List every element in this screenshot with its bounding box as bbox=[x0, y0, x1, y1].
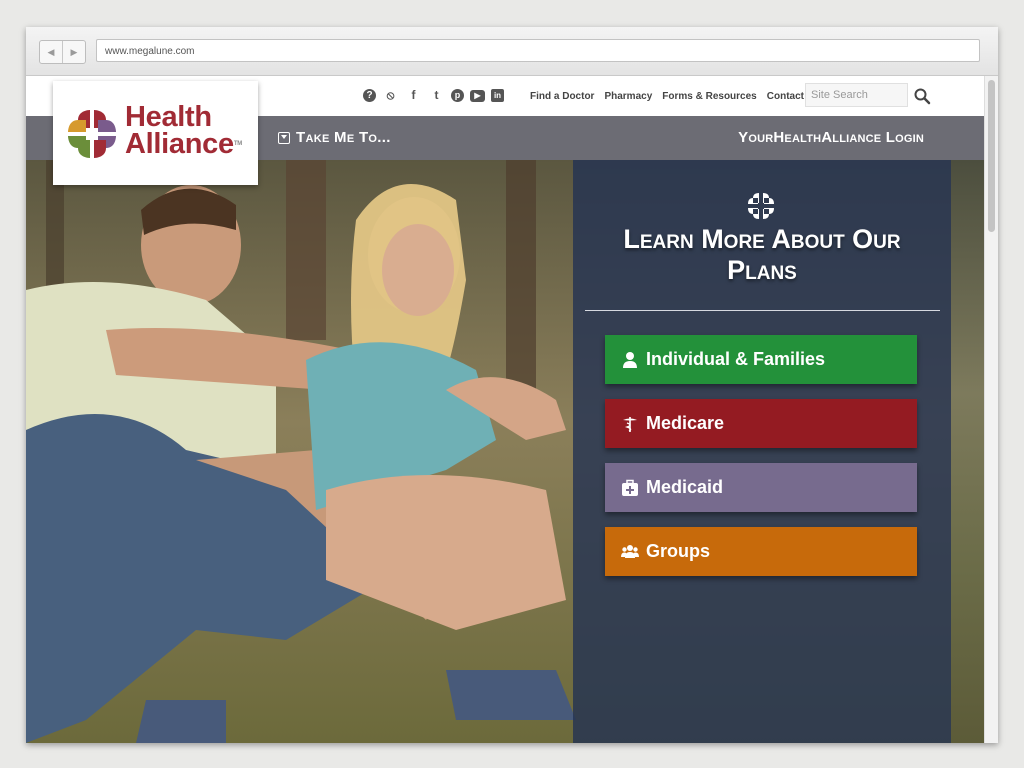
take-me-to-dropdown[interactable]: Take Me To... bbox=[278, 129, 391, 146]
address-bar[interactable]: www.megalune.com bbox=[96, 39, 980, 62]
medicare-label: Medicare bbox=[646, 413, 725, 433]
person-icon bbox=[623, 351, 637, 368]
forward-button[interactable]: ▶ bbox=[63, 41, 85, 63]
individual-families-label: Individual & Families bbox=[646, 349, 826, 369]
medical-kit-icon bbox=[622, 479, 638, 496]
dropdown-icon bbox=[278, 131, 290, 144]
panel-title-line-1: Learn More About Our bbox=[623, 224, 901, 254]
logo[interactable]: Health AllianceTM bbox=[53, 81, 258, 185]
browser-toolbar: ◀ ▶ www.megalune.com bbox=[26, 27, 998, 76]
forms-resources-link[interactable]: Forms & Resources bbox=[662, 91, 756, 102]
medicaid-label: Medicaid bbox=[646, 477, 724, 497]
panel-title: Learn More About Our Plans bbox=[573, 224, 951, 286]
find-doctor-link[interactable]: Find a Doctor bbox=[530, 91, 594, 102]
logo-line-2-text: Alliance bbox=[125, 128, 234, 160]
forest-background-strip bbox=[951, 160, 984, 743]
rss-icon[interactable]: ⦸ bbox=[382, 88, 399, 103]
social-links: ? ⦸ f t p ▶ in bbox=[363, 88, 504, 103]
pharmacy-link[interactable]: Pharmacy bbox=[604, 91, 652, 102]
individual-families-button[interactable]: Individual & Families bbox=[605, 335, 917, 384]
health-alliance-logo-icon bbox=[68, 110, 116, 158]
utility-links: Find a Doctor Pharmacy Forms & Resources… bbox=[530, 91, 804, 102]
search-icon[interactable] bbox=[913, 87, 931, 105]
medicaid-button[interactable]: Medicaid bbox=[605, 463, 917, 512]
contact-link[interactable]: Contact bbox=[767, 91, 804, 102]
panel-title-line-2: Plans bbox=[727, 255, 797, 285]
web-page: ? ⦸ f t p ▶ in Find a Doctor Pharmacy Fo… bbox=[26, 76, 984, 743]
trademark: TM bbox=[233, 141, 242, 147]
help-icon[interactable]: ? bbox=[363, 89, 376, 102]
site-search-input[interactable] bbox=[805, 83, 908, 107]
panel-divider bbox=[585, 310, 940, 311]
login-link[interactable]: YourHealthAlliance Login bbox=[738, 129, 924, 146]
back-button[interactable]: ◀ bbox=[40, 41, 63, 63]
history-buttons: ◀ ▶ bbox=[39, 40, 86, 64]
medicare-button[interactable]: Medicare bbox=[605, 399, 917, 448]
take-me-to-label: Take Me To... bbox=[296, 129, 391, 146]
pinterest-icon[interactable]: p bbox=[451, 89, 464, 102]
plans-panel: Learn More About Our Plans Individual & … bbox=[573, 160, 951, 743]
scrollbar-thumb[interactable] bbox=[988, 80, 995, 232]
logo-line-2: AllianceTM bbox=[125, 128, 242, 160]
groups-button[interactable]: Groups bbox=[605, 527, 917, 576]
logo-line-1: Health bbox=[125, 101, 212, 133]
youtube-icon[interactable]: ▶ bbox=[470, 90, 485, 102]
caduceus-icon bbox=[623, 416, 637, 432]
group-icon bbox=[621, 544, 639, 558]
facebook-icon[interactable]: f bbox=[405, 88, 422, 103]
groups-label: Groups bbox=[646, 541, 711, 561]
twitter-icon[interactable]: t bbox=[428, 88, 445, 103]
linkedin-icon[interactable]: in bbox=[491, 89, 504, 102]
browser-window: ◀ ▶ www.megalune.com ? ⦸ f t p ▶ in Find… bbox=[26, 27, 998, 743]
hero-section: Learn More About Our Plans Individual & … bbox=[26, 160, 984, 743]
alliance-symbol-icon bbox=[748, 193, 774, 219]
logo-wordmark: Health AllianceTM bbox=[125, 101, 242, 160]
page-scrollbar[interactable] bbox=[984, 76, 998, 743]
